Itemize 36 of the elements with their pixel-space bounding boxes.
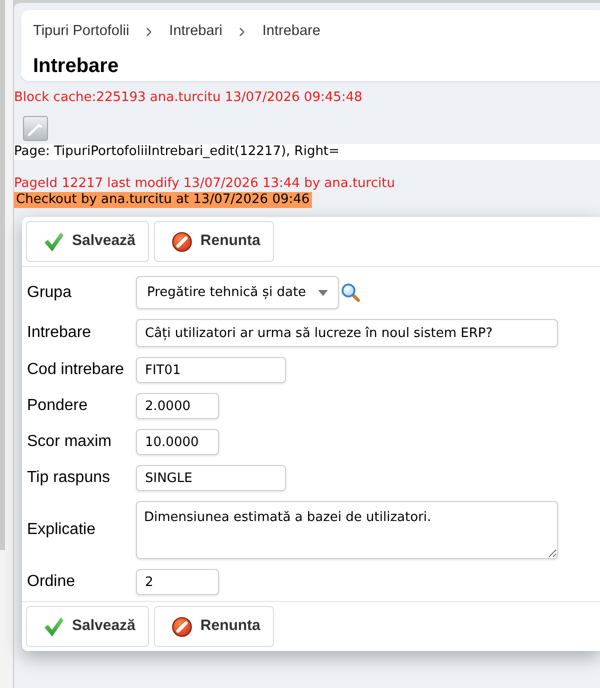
number-field[interactable]: 10.0000 [136, 429, 219, 455]
field-label: Intrebare [27, 323, 92, 343]
cancel-icon [172, 232, 192, 252]
cancel-icon [172, 616, 192, 636]
modify-info: PageId 12217 last modify 13/07/2026 13:44 by ana.turcitu [14, 176, 395, 192]
save-button[interactable]: Salvează [26, 221, 150, 262]
cache-info: Block cache:225193 ana.turcitu 13/07/2026 09:45:48 [14, 90, 362, 106]
number-field[interactable]: 2 [136, 569, 219, 595]
page-info: Page: TipuriPortofoliiIntrebari_edit(12217), Right= [14, 144, 340, 159]
checkmark-icon [44, 616, 64, 636]
text-area[interactable]: Dimensiunea estimată a bazei de utilizatori. [136, 501, 558, 559]
field-label: Grupa [27, 282, 72, 302]
field-label: Tip raspuns [27, 468, 111, 488]
field-label: Cod intrebare [27, 360, 125, 380]
field-label: Scor maxim [27, 432, 112, 452]
search-icon[interactable] [341, 283, 360, 302]
field-label: Pondere [27, 396, 88, 416]
breadcrumb-link[interactable]: Intrebari [169, 21, 222, 43]
checkmark-icon [44, 232, 64, 252]
scrollbar-thumb[interactable] [0, 0, 5, 550]
checkout-banner: Checkout by ana.turcitu at 13/07/2026 09:46 [14, 192, 312, 208]
page-title: Intrebare [33, 54, 120, 78]
field-label: Explicatie [27, 520, 96, 540]
text-field[interactable]: FIT01 [136, 357, 286, 383]
group-select[interactable]: Pregătire tehnică și date [136, 276, 339, 309]
text-field[interactable]: SINGLE [136, 465, 286, 491]
breadcrumb-link[interactable]: Tipuri Portofolii [33, 21, 130, 43]
breadcrumb-link[interactable]: Intrebare [262, 21, 320, 43]
caret-icon [318, 290, 328, 296]
text-field[interactable]: Câți utilizatori ar urma să lucreze în noul sistem ERP? [136, 319, 558, 347]
wrench-icon[interactable] [23, 116, 48, 141]
cancel-button[interactable]: Renunta [154, 606, 274, 647]
cancel-button[interactable]: Renunta [154, 221, 274, 262]
number-field[interactable]: 2.0000 [136, 393, 219, 419]
save-button[interactable]: Salvează [26, 606, 150, 647]
field-label: Ordine [27, 572, 76, 592]
